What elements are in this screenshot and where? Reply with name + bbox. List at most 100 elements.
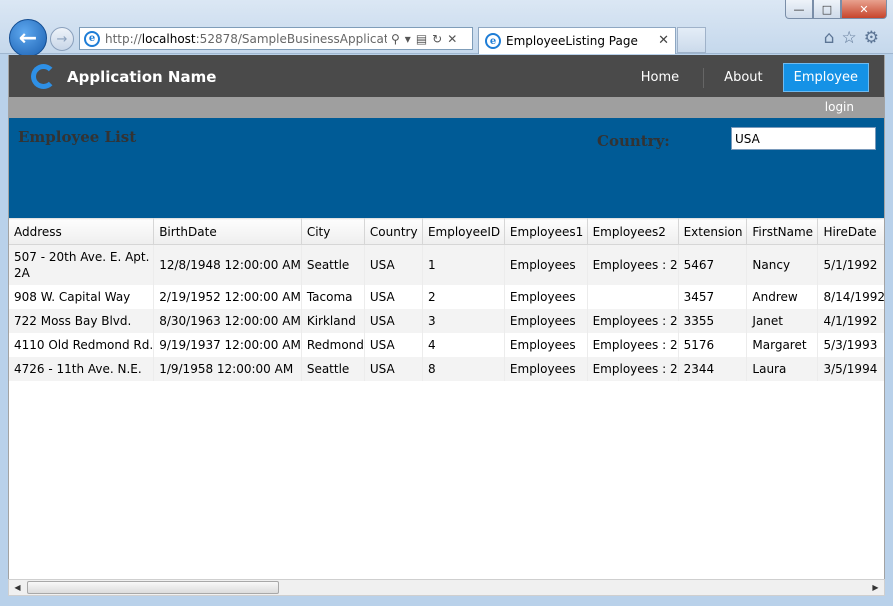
tab-ie-icon: e bbox=[485, 33, 501, 49]
column-header[interactable]: EmployeeID bbox=[422, 218, 505, 245]
column-header[interactable]: HireDate bbox=[817, 218, 884, 245]
table-cell: 1/9/1958 12:00:00 AM bbox=[153, 356, 302, 381]
table-cell: Nancy bbox=[746, 244, 819, 285]
column-header[interactable]: BirthDate bbox=[153, 218, 302, 245]
settings-icon[interactable]: ⚙ bbox=[864, 28, 879, 48]
browser-chrome: — □ ✕ ← → e http://localhost:52878/Sampl… bbox=[0, 0, 893, 57]
address-bar[interactable]: e http://localhost:52878/SampleBusinessA… bbox=[79, 27, 473, 50]
filter-panel: Employee List Country: bbox=[9, 118, 884, 218]
table-cell: 908 W. Capital Way bbox=[9, 284, 155, 309]
table-header-row: Address BirthDate City Country EmployeeI… bbox=[9, 218, 884, 245]
scroll-left-icon[interactable]: ◀ bbox=[9, 580, 26, 595]
table-cell: 3355 bbox=[678, 308, 748, 333]
table-cell: Seattle bbox=[301, 244, 365, 285]
browser-tools: ⌂ ☆ ⚙ bbox=[824, 28, 879, 48]
table-cell: 4/1/1992 bbox=[817, 308, 884, 333]
table-cell: 5/3/1993 bbox=[817, 332, 884, 357]
country-label: Country: bbox=[597, 132, 670, 150]
search-icon[interactable]: ⚲ bbox=[391, 32, 400, 46]
app-header: Application Name Home About Employee bbox=[9, 55, 884, 97]
column-header[interactable]: Address bbox=[9, 218, 155, 245]
stop-icon[interactable]: ✕ bbox=[447, 32, 457, 46]
column-header[interactable]: Country bbox=[364, 218, 423, 245]
table-cell: Laura bbox=[746, 356, 819, 381]
new-tab-button[interactable] bbox=[677, 27, 706, 53]
table-cell: 8 bbox=[422, 356, 505, 381]
app-logo-icon bbox=[31, 64, 56, 89]
table-cell: Employees bbox=[504, 244, 588, 285]
column-header[interactable]: Extension bbox=[678, 218, 748, 245]
table-row[interactable]: 4110 Old Redmond Rd. 9/19/1937 12:00:00 … bbox=[9, 332, 884, 357]
table-cell: 4110 Old Redmond Rd. bbox=[9, 332, 155, 357]
dropdown-icon[interactable]: ▾ bbox=[405, 32, 411, 46]
country-input[interactable] bbox=[731, 127, 876, 150]
column-header[interactable]: FirstName bbox=[746, 218, 819, 245]
menu-separator bbox=[703, 67, 705, 88]
column-header[interactable]: Employees2 bbox=[587, 218, 679, 245]
menu-item-home[interactable]: Home bbox=[631, 64, 689, 91]
table-row[interactable]: 908 W. Capital Way 2/19/1952 12:00:00 AM… bbox=[9, 284, 884, 309]
maximize-button[interactable]: □ bbox=[813, 0, 841, 19]
table-cell: 1 bbox=[422, 244, 505, 285]
table-cell: Employees bbox=[504, 284, 588, 309]
table-cell: USA bbox=[364, 244, 423, 285]
url-prefix: http:// bbox=[105, 31, 142, 46]
address-tools: ⚲ ▾ ▤ ↻ ✕ bbox=[391, 32, 457, 46]
table-cell: 12/8/1948 12:00:00 AM bbox=[153, 244, 302, 285]
menu-item-employee[interactable]: Employee bbox=[782, 63, 869, 92]
horizontal-scrollbar[interactable]: ◀ ▶ bbox=[8, 579, 885, 596]
table-cell: Janet bbox=[746, 308, 819, 333]
app-name: Application Name bbox=[67, 68, 217, 86]
window-controls: — □ ✕ bbox=[785, 0, 887, 20]
page-viewport: Application Name Home About Employee log… bbox=[8, 55, 885, 596]
column-header[interactable]: City bbox=[301, 218, 365, 245]
table-cell: 3457 bbox=[678, 284, 748, 309]
table-cell: 507 - 20th Ave. E. Apt. 2A bbox=[9, 244, 155, 285]
table-cell: USA bbox=[364, 332, 423, 357]
table-cell: 4 bbox=[422, 332, 505, 357]
home-icon[interactable]: ⌂ bbox=[824, 28, 835, 48]
scroll-thumb[interactable] bbox=[27, 581, 279, 594]
close-window-button[interactable]: ✕ bbox=[841, 0, 887, 19]
table-cell: Redmond bbox=[301, 332, 365, 357]
window-bottom-frame bbox=[0, 596, 893, 606]
browser-tab[interactable]: e EmployeeListing Page ✕ bbox=[478, 27, 676, 54]
table-cell: Employees : 2 bbox=[587, 332, 679, 357]
url-text[interactable]: http://localhost:52878/SampleBusinessApp… bbox=[105, 32, 387, 46]
table-cell: USA bbox=[364, 284, 423, 309]
table-cell: 4726 - 11th Ave. N.E. bbox=[9, 356, 155, 381]
table-cell: Employees bbox=[504, 356, 588, 381]
table-cell: Andrew bbox=[746, 284, 819, 309]
table-cell: 8/30/1963 12:00:00 AM bbox=[153, 308, 302, 333]
column-header[interactable]: Employees1 bbox=[504, 218, 588, 245]
table-cell: 9/19/1937 12:00:00 AM bbox=[153, 332, 302, 357]
table-cell: 2/19/1952 12:00:00 AM bbox=[153, 284, 302, 309]
table-cell: 5467 bbox=[678, 244, 748, 285]
tab-close-icon[interactable]: ✕ bbox=[658, 33, 669, 48]
table-cell: 5/1/1992 bbox=[817, 244, 884, 285]
menu-item-about[interactable]: About bbox=[714, 64, 772, 91]
table-cell: Margaret bbox=[746, 332, 819, 357]
table-cell: USA bbox=[364, 356, 423, 381]
forward-arrow-icon[interactable]: → bbox=[50, 27, 74, 51]
main-menu: Home About Employee bbox=[621, 63, 869, 92]
login-bar: login bbox=[9, 97, 884, 118]
table-cell: 3/5/1994 bbox=[817, 356, 884, 381]
favorites-icon[interactable]: ☆ bbox=[842, 28, 857, 48]
page-title: Employee List bbox=[18, 128, 137, 146]
refresh-icon[interactable]: ↻ bbox=[432, 32, 442, 46]
table-row[interactable]: 507 - 20th Ave. E. Apt. 2A 12/8/1948 12:… bbox=[9, 244, 884, 285]
login-link[interactable]: login bbox=[825, 100, 854, 114]
table-row[interactable]: 722 Moss Bay Blvd. 8/30/1963 12:00:00 AM… bbox=[9, 308, 884, 333]
table-row[interactable]: 4726 - 11th Ave. N.E. 1/9/1958 12:00:00 … bbox=[9, 356, 884, 381]
minimize-button[interactable]: — bbox=[785, 0, 813, 19]
table-cell: Employees : 2 bbox=[587, 244, 679, 285]
table-cell: 8/14/1992 bbox=[817, 284, 884, 309]
table-cell: Kirkland bbox=[301, 308, 365, 333]
scroll-right-icon[interactable]: ▶ bbox=[867, 580, 884, 595]
table-cell: 2 bbox=[422, 284, 505, 309]
back-arrow-icon[interactable]: ← bbox=[9, 19, 47, 57]
compat-icon[interactable]: ▤ bbox=[416, 32, 427, 46]
employee-grid: Address BirthDate City Country EmployeeI… bbox=[9, 218, 884, 381]
table-cell: Employees : 2 bbox=[587, 308, 679, 333]
